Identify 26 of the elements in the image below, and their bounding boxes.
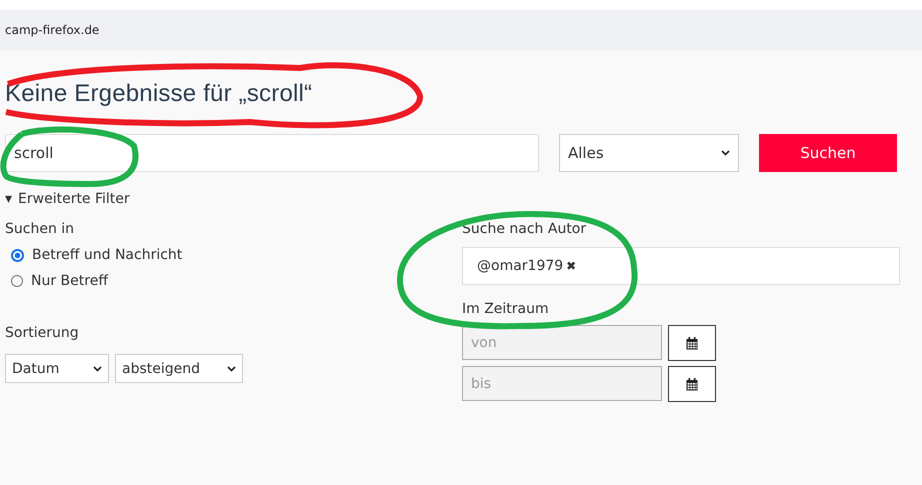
search-field[interactable]: scroll	[5, 134, 539, 172]
sort-order-dropdown[interactable]: absteigend	[115, 354, 243, 383]
scope-dropdown[interactable]: Alles	[559, 134, 739, 172]
disclosure-icon[interactable]: ▾	[5, 191, 12, 207]
author-tag: @omar1979	[477, 258, 564, 274]
page-heading: Keine Ergebnisse für „scroll“	[5, 80, 314, 108]
calendar-button[interactable]	[668, 325, 716, 361]
sort-field-dropdown[interactable]: Datum	[5, 354, 109, 383]
author-field[interactable]: @omar1979 ✖	[462, 247, 900, 285]
search-button[interactable]: Suchen	[759, 134, 897, 172]
remove-icon[interactable]: ✖	[566, 259, 576, 273]
calendar-icon	[686, 336, 698, 350]
field-label: Im Zeitraum	[462, 301, 550, 317]
site-title[interactable]: camp-firefox.de	[5, 23, 100, 37]
calendar-button[interactable]	[668, 366, 716, 402]
radio-label: Nur Betreff	[31, 273, 108, 289]
field-label: Sortierung	[5, 325, 80, 341]
field-label: Suchen in	[5, 221, 76, 237]
caret-icon	[227, 366, 236, 372]
radio-button[interactable]	[11, 248, 24, 262]
radio-button[interactable]	[11, 275, 23, 287]
filters-toggle[interactable]: Erweiterte Filter	[18, 191, 130, 207]
calendar-icon	[686, 378, 698, 390]
caret-icon	[721, 150, 730, 156]
radio-label: Betreff und Nachricht	[32, 247, 182, 263]
caret-icon	[93, 366, 102, 372]
